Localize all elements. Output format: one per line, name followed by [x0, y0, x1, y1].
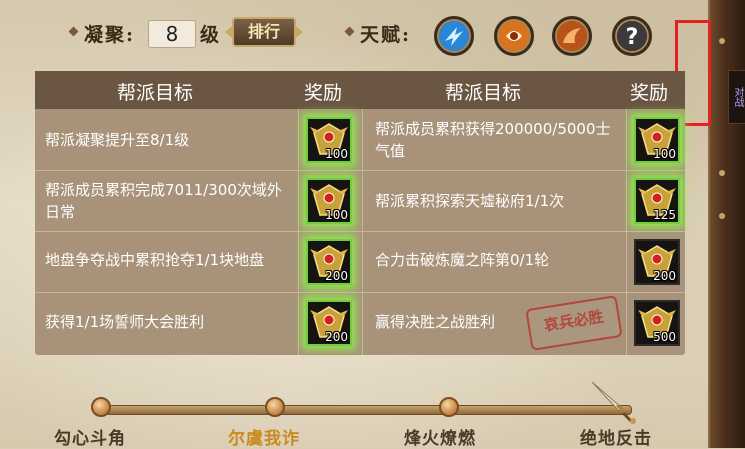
- reward-item-icon[interactable]: 100: [634, 117, 680, 163]
- reward-item-icon[interactable]: 100: [306, 117, 352, 163]
- stage-progress-track: [100, 405, 632, 415]
- stage-label: 绝地反击: [580, 429, 652, 449]
- goal-text: 帮派凝聚提升至8/1级: [45, 131, 190, 149]
- reward-item-icon[interactable]: 200: [634, 239, 680, 285]
- row-divider: [35, 170, 685, 171]
- cohesion-label: 凝聚:: [84, 24, 136, 46]
- blue-lightning-talent-icon[interactable]: [434, 16, 474, 56]
- header-goal-left: 帮派目标: [117, 82, 194, 104]
- reward-item-icon[interactable]: 200: [306, 239, 352, 285]
- column-divider: [362, 109, 363, 355]
- right-frame: [708, 0, 745, 448]
- reward-quantity: 100: [325, 147, 348, 161]
- column-divider: [298, 109, 299, 355]
- frame-rivet: [719, 170, 725, 176]
- svg-text:?: ?: [626, 25, 639, 50]
- stage-label-active: 尔虞我诈: [228, 429, 300, 449]
- frame-rivet: [719, 213, 725, 219]
- stage-node[interactable]: [91, 397, 111, 417]
- goal-text: 获得1/1场誓师大会胜利: [45, 313, 205, 331]
- sword-marker-icon: [591, 381, 636, 424]
- question-mark-icon[interactable]: ?: [612, 16, 652, 56]
- reward-quantity: 200: [325, 269, 348, 283]
- goal-text: 帮派累积探索天墟秘府1/1次: [375, 192, 565, 210]
- reward-item-icon[interactable]: 200: [306, 300, 352, 346]
- header-reward-left: 奖励: [304, 82, 343, 104]
- side-tab[interactable]: 对战: [728, 70, 745, 124]
- rank-button[interactable]: 排行: [225, 17, 303, 47]
- header-goal-right: 帮派目标: [445, 82, 522, 104]
- stage-label: 烽火燎燃: [404, 429, 476, 449]
- reward-item-icon[interactable]: 100: [306, 178, 352, 224]
- stage-label: 勾心斗角: [54, 429, 126, 449]
- header-reward-right: 奖励: [630, 82, 669, 104]
- reward-quantity: 200: [653, 269, 676, 283]
- reward-item-icon[interactable]: 500: [634, 300, 680, 346]
- cohesion-level-value: 8: [148, 20, 196, 48]
- reward-item-icon[interactable]: 125: [634, 178, 680, 224]
- goal-text: 帮派成员累积获得200000/5000士气值: [375, 120, 611, 160]
- talent-label: 天赋:: [360, 24, 412, 46]
- column-divider: [626, 109, 627, 355]
- stage-node[interactable]: [265, 397, 285, 417]
- goal-text: 帮派成员累积完成7011/300次域外日常: [45, 181, 282, 221]
- orange-swirl-talent-icon[interactable]: [494, 16, 534, 56]
- reward-quantity: 200: [325, 330, 348, 344]
- goal-text: 地盘争夺战中累积抢夺1/1块地盘: [45, 251, 265, 269]
- reward-quantity: 125: [653, 208, 676, 222]
- reward-quantity: 100: [325, 208, 348, 222]
- orange-claw-talent-icon[interactable]: [552, 16, 592, 56]
- goal-text: 合力击破炼魔之阵第0/1轮: [375, 251, 550, 269]
- row-divider: [35, 231, 685, 232]
- stage-node[interactable]: [439, 397, 459, 417]
- level-unit: 级: [200, 24, 222, 46]
- reward-quantity: 500: [653, 330, 676, 344]
- row-divider: [35, 292, 685, 293]
- frame-rivet: [719, 38, 725, 44]
- reward-quantity: 100: [653, 147, 676, 161]
